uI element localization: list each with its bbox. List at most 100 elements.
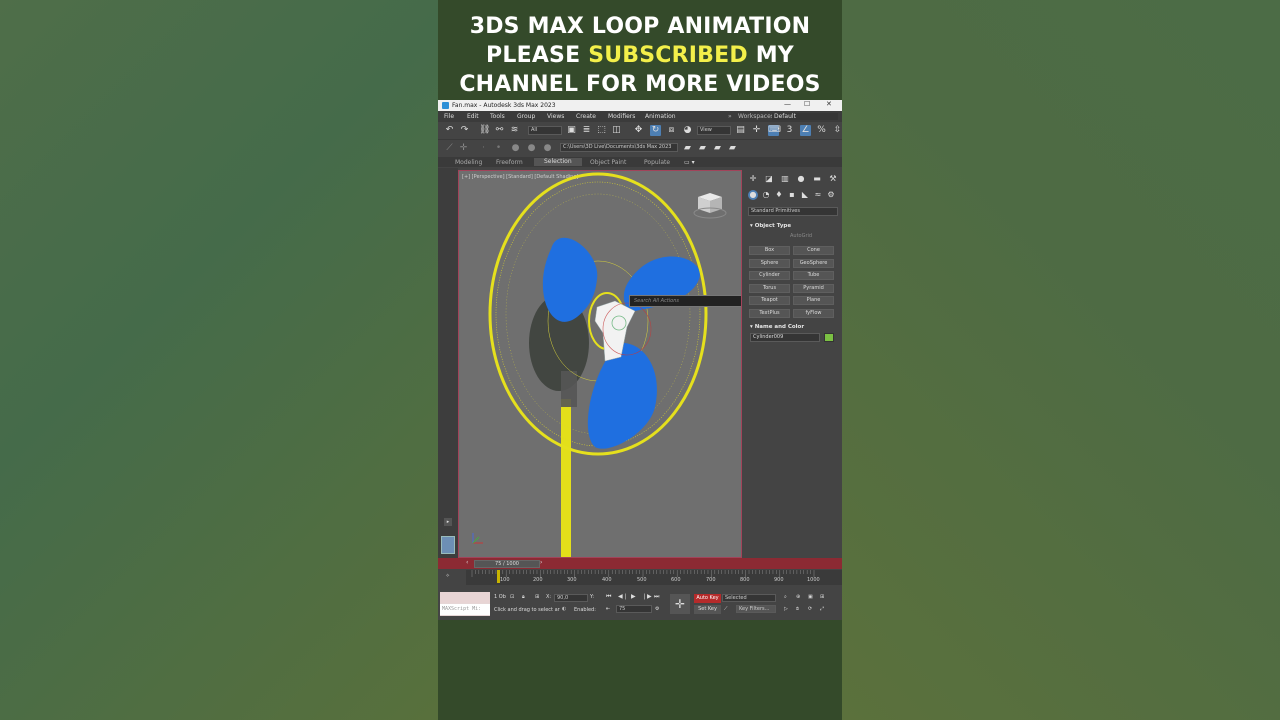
save-folder-icon[interactable]: ▰: [727, 143, 738, 154]
adaptive-degradation-icon[interactable]: ◐: [562, 606, 566, 612]
chevron-right-icon[interactable]: »: [728, 113, 732, 120]
menu-group[interactable]: Group: [517, 113, 535, 120]
key-tangent-icon[interactable]: ⟋: [724, 606, 728, 612]
project-folder-icon[interactable]: ▰: [682, 143, 693, 154]
lock-icon[interactable]: 🔒︎: [522, 594, 525, 600]
move-icon[interactable]: ✥: [633, 125, 644, 136]
tab-object-paint[interactable]: Object Paint: [590, 159, 626, 166]
tube-button[interactable]: Tube: [793, 271, 834, 280]
redo-icon[interactable]: ↷: [459, 125, 470, 136]
fyflow-button[interactable]: fyFlow: [793, 309, 834, 318]
cylinder-button[interactable]: Cylinder: [749, 271, 790, 280]
brush-icon[interactable]: ⟋: [444, 143, 455, 154]
project-path-dropdown[interactable]: C:\Users\3D Live\Documents\3ds Max 2023: [560, 143, 678, 152]
maximize-viewport-icon[interactable]: ⤢: [820, 606, 824, 612]
menu-tools[interactable]: Tools: [490, 113, 505, 120]
tab-freeform[interactable]: Freeform: [496, 159, 523, 166]
select-object-icon[interactable]: ▣: [566, 125, 577, 136]
create-tab-icon[interactable]: ✛: [748, 174, 758, 184]
zoom-extents-all-icon[interactable]: ⊞: [820, 594, 824, 600]
torus-button[interactable]: Torus: [749, 284, 790, 293]
autogrid-checkbox[interactable]: AutoGrid: [790, 233, 812, 239]
play-icon[interactable]: ▸: [444, 518, 452, 526]
tab-modeling[interactable]: Modeling: [455, 159, 482, 166]
menu-file[interactable]: File: [444, 113, 454, 120]
prev-key-icon[interactable]: ◀❘: [618, 593, 628, 600]
timeline-playhead[interactable]: [496, 570, 500, 583]
key-mode-dropdown[interactable]: Selected: [722, 594, 776, 602]
angle-snap-icon[interactable]: ∠: [800, 125, 811, 136]
textplus-button[interactable]: TextPlus: [749, 309, 790, 318]
teapot-button[interactable]: Teapot: [749, 296, 790, 305]
systems-icon[interactable]: ⚙: [826, 190, 836, 200]
key-filters-button[interactable]: Key Filters...: [736, 605, 776, 613]
auto-key-button[interactable]: Auto Key: [694, 594, 721, 603]
x-coordinate-field[interactable]: 90,0: [554, 594, 588, 602]
display-tab-icon[interactable]: ▬: [812, 174, 822, 184]
sphere-2-icon[interactable]: ●: [526, 143, 537, 154]
selection-filter-dropdown[interactable]: All: [528, 126, 562, 135]
link-icon[interactable]: ⛓: [479, 125, 490, 136]
sphere-button[interactable]: Sphere: [749, 259, 790, 268]
set-key-big-icon[interactable]: ✛: [670, 594, 690, 614]
next-key-icon[interactable]: ❘▶: [642, 593, 652, 600]
search-actions-input[interactable]: Search All Actions ⌕: [629, 295, 741, 307]
tab-selection[interactable]: Selection: [534, 158, 582, 166]
bind-space-warp-icon[interactable]: ≋: [509, 125, 520, 136]
percent-snap-icon[interactable]: %: [816, 125, 827, 136]
object-color-swatch[interactable]: [824, 333, 834, 342]
minimize-button[interactable]: —: [784, 100, 791, 108]
current-frame-field[interactable]: 75: [616, 605, 652, 613]
menu-edit[interactable]: Edit: [467, 113, 479, 120]
maxscript-input[interactable]: MAXScript Mi:: [440, 604, 490, 615]
menu-create[interactable]: Create: [576, 113, 596, 120]
utilities-tab-icon[interactable]: ⚒: [828, 174, 838, 184]
select-manipulate-icon[interactable]: ✛: [751, 125, 762, 136]
geosphere-button[interactable]: GeoSphere: [793, 259, 834, 268]
workspaces-dropdown[interactable]: Default: [772, 113, 838, 120]
key-mode-icon[interactable]: ⇤: [606, 606, 610, 612]
window-crossing-icon[interactable]: ◫: [611, 125, 622, 136]
time-config-icon[interactable]: ⚙: [655, 606, 659, 612]
play-animation-icon[interactable]: ▶: [631, 593, 636, 600]
zoom-icon[interactable]: ⌕: [784, 594, 787, 600]
open-folder-icon[interactable]: ▰: [697, 143, 708, 154]
shapes-icon[interactable]: ◔: [761, 190, 771, 200]
sphere-1-icon[interactable]: ●: [510, 143, 521, 154]
zoom-all-icon[interactable]: ⊕: [796, 594, 800, 600]
modify-tab-icon[interactable]: ◪: [764, 174, 774, 184]
menu-views[interactable]: Views: [547, 113, 564, 120]
viewport-layout-icon[interactable]: [441, 536, 455, 554]
menu-animation[interactable]: Animation: [645, 113, 676, 120]
unlink-icon[interactable]: ⚯: [494, 125, 505, 136]
dot-icon[interactable]: ·: [478, 143, 489, 154]
snap-3-icon[interactable]: 3: [784, 125, 795, 136]
geometry-icon[interactable]: ●: [748, 190, 758, 200]
scale-icon[interactable]: ⧈: [666, 125, 677, 136]
select-by-name-icon[interactable]: ≣: [581, 125, 592, 136]
go-to-start-icon[interactable]: ⏮: [606, 593, 611, 601]
fov-icon[interactable]: ▷: [784, 606, 788, 612]
next-frame-icon[interactable]: ›: [540, 559, 542, 566]
space-warps-icon[interactable]: ≈: [813, 190, 823, 200]
place-icon[interactable]: ◕: [682, 125, 693, 136]
rotate-icon[interactable]: ↻: [650, 125, 661, 136]
sphere-3-icon[interactable]: ●: [542, 143, 553, 154]
maxscript-output[interactable]: [440, 592, 490, 603]
set-project-icon[interactable]: ▰: [712, 143, 723, 154]
close-button[interactable]: ✕: [826, 100, 832, 108]
plane-button[interactable]: Plane: [793, 296, 834, 305]
ref-coord-dropdown[interactable]: View: [697, 126, 731, 135]
pivot-icon[interactable]: ▤: [735, 125, 746, 136]
absolute-mode-icon[interactable]: ⊞: [535, 594, 539, 600]
undo-icon[interactable]: ↶: [444, 125, 455, 136]
keyboard-shortcut-icon[interactable]: ⌨: [768, 125, 781, 136]
rect-selection-icon[interactable]: ⬚: [596, 125, 607, 136]
menu-modifiers[interactable]: Modifiers: [608, 113, 635, 120]
perspective-viewport[interactable]: [+] [Perspective] [Standard] [Default Sh…: [458, 170, 742, 558]
cone-button[interactable]: Cone: [793, 246, 834, 255]
zoom-extents-icon[interactable]: ▣: [808, 594, 813, 600]
name-color-rollout-title[interactable]: ▾ Name and Color: [750, 324, 804, 330]
object-type-rollout-title[interactable]: ▾ Object Type: [750, 223, 791, 229]
maximize-button[interactable]: ☐: [804, 100, 810, 108]
